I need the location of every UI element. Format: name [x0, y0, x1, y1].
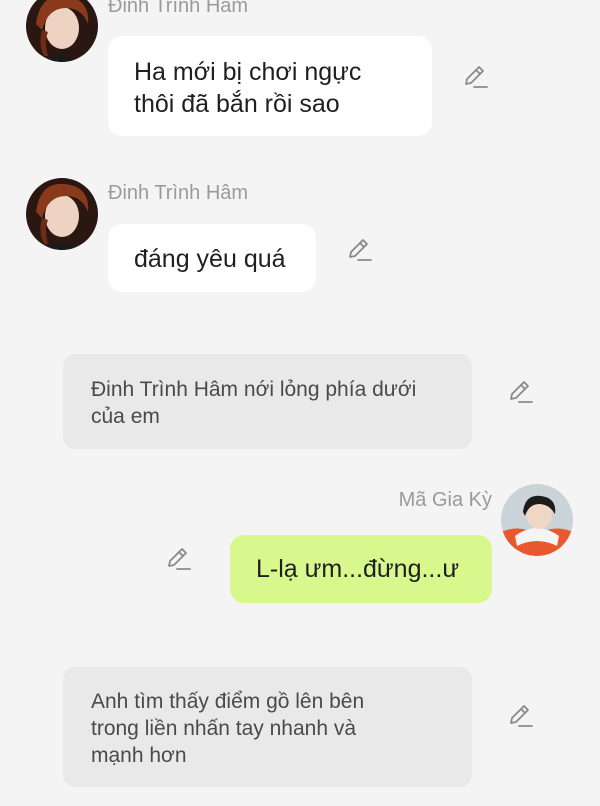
narration-line: trong liền nhấn tay nhanh và	[91, 717, 357, 740]
edit-pencil-icon[interactable]	[507, 702, 535, 730]
narration-box[interactable]: Đinh Trình Hâm nới lỏng phía dưới của em	[63, 354, 472, 449]
avatar-dinh-trinh-ham[interactable]	[26, 0, 98, 62]
sender-name: Đinh Trình Hâm	[108, 0, 249, 17]
avatar-ma-gia-ky[interactable]	[501, 484, 573, 556]
message-line: L-lạ ưm...đừng...ư	[256, 555, 460, 583]
message-line: thôi đã bắn rồi sao	[134, 90, 340, 118]
chat-bubble-incoming[interactable]: Ha mới bị chơi ngực thôi đã bắn rồi sao	[108, 36, 432, 136]
sender-name: Đinh Trình Hâm	[108, 182, 249, 204]
narration-line: của em	[91, 405, 160, 428]
message-line: đáng yêu quá	[134, 245, 286, 273]
edit-pencil-icon[interactable]	[507, 378, 535, 406]
avatar-dinh-trinh-ham[interactable]	[26, 178, 98, 250]
narration-line: Anh tìm thấy điểm gồ lên bên	[91, 690, 365, 713]
narration-box[interactable]: Anh tìm thấy điểm gồ lên bên trong liền …	[63, 667, 472, 787]
chat-bubble-incoming[interactable]: đáng yêu quá	[108, 224, 316, 292]
edit-pencil-icon[interactable]	[462, 63, 490, 91]
narration-line: Đinh Trình Hâm nới lỏng phía dưới	[91, 378, 417, 401]
chat-bubble-outgoing[interactable]: L-lạ ưm...đừng...ư	[230, 535, 492, 603]
edit-pencil-icon[interactable]	[165, 545, 193, 573]
sender-name: Mã Gia Kỳ	[398, 489, 492, 511]
edit-pencil-icon[interactable]	[346, 236, 374, 264]
message-line: Ha mới bị chơi ngực	[134, 58, 362, 86]
narration-line: mạnh hơn	[91, 744, 187, 767]
